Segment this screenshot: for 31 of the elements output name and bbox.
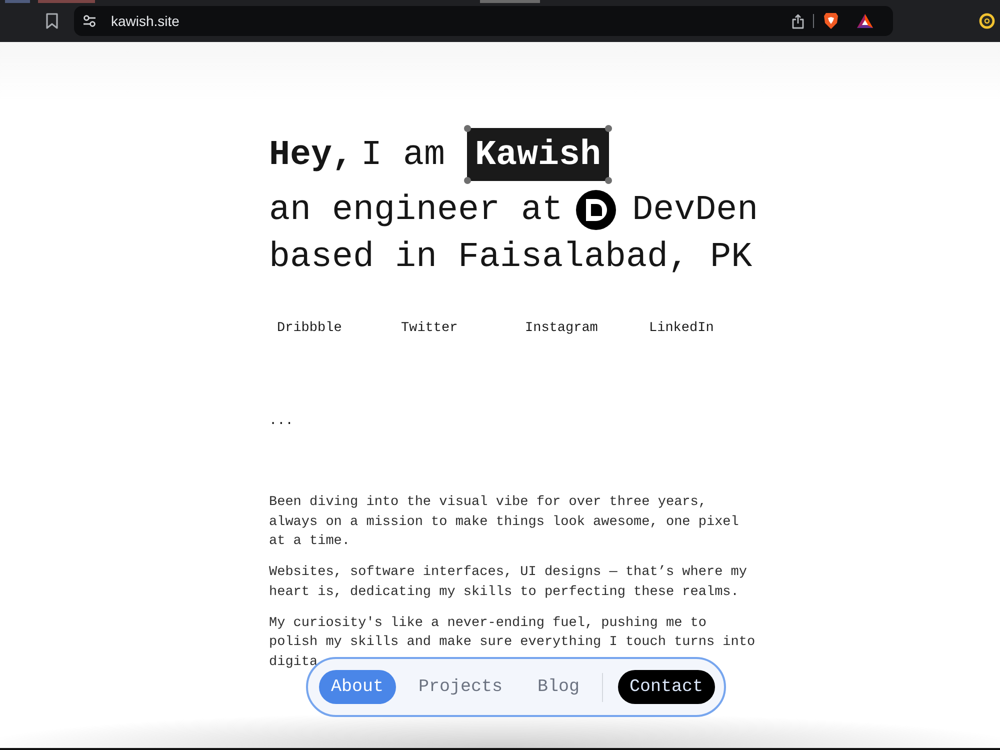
company-name: DevDen bbox=[632, 190, 758, 230]
selection-handle-icon bbox=[605, 177, 612, 184]
share-icon[interactable] bbox=[792, 14, 804, 28]
social-link[interactable]: LinkedIn bbox=[641, 320, 722, 338]
url-text: kawish.site bbox=[111, 12, 180, 30]
triangle-icon[interactable] bbox=[857, 14, 873, 28]
location-text: based in Faisalabad, PK bbox=[269, 236, 752, 276]
contact-button[interactable]: Contact bbox=[618, 670, 716, 704]
selection-handle-icon bbox=[464, 177, 472, 184]
ring-icon[interactable] bbox=[979, 13, 995, 29]
selection-handle-icon bbox=[464, 125, 472, 132]
sliders-icon[interactable] bbox=[83, 15, 96, 27]
social-link[interactable]: Twitter bbox=[393, 320, 466, 338]
bookmark-icon[interactable] bbox=[46, 13, 58, 29]
nav-link[interactable]: Blog bbox=[526, 670, 592, 704]
greeting-text: Hey, bbox=[269, 134, 354, 174]
role-text: an engineer at bbox=[269, 190, 564, 230]
nav-link[interactable]: Projects bbox=[406, 670, 515, 704]
name-highlight: Kawish bbox=[467, 128, 610, 181]
social-link[interactable]: Instagram bbox=[517, 320, 606, 338]
shield-icon[interactable] bbox=[823, 12, 839, 30]
ellipsis-text: ... bbox=[269, 413, 294, 431]
selection-handle-icon bbox=[605, 125, 612, 132]
bio-paragraph: Websites, software interfaces, UI designs — that’s where my heart is, dedicating my skills to perfecting these realms. bbox=[269, 564, 748, 602]
bio-paragraph: My curiosity's like a never-ending fuel, pushing me to polish my skills and make sure everything I touch turns into digita bbox=[269, 614, 756, 672]
logo-icon bbox=[576, 190, 616, 230]
intro-text: I am bbox=[361, 134, 446, 174]
address-bar[interactable]: kawish.site bbox=[74, 6, 893, 36]
social-link[interactable]: Dribbble bbox=[269, 320, 350, 338]
nav-link[interactable]: About bbox=[319, 670, 396, 704]
bio-paragraph: Been diving into the visual vibe for over three years, always on a mission to make things look awesome, one pixel at a time. bbox=[269, 494, 740, 551]
